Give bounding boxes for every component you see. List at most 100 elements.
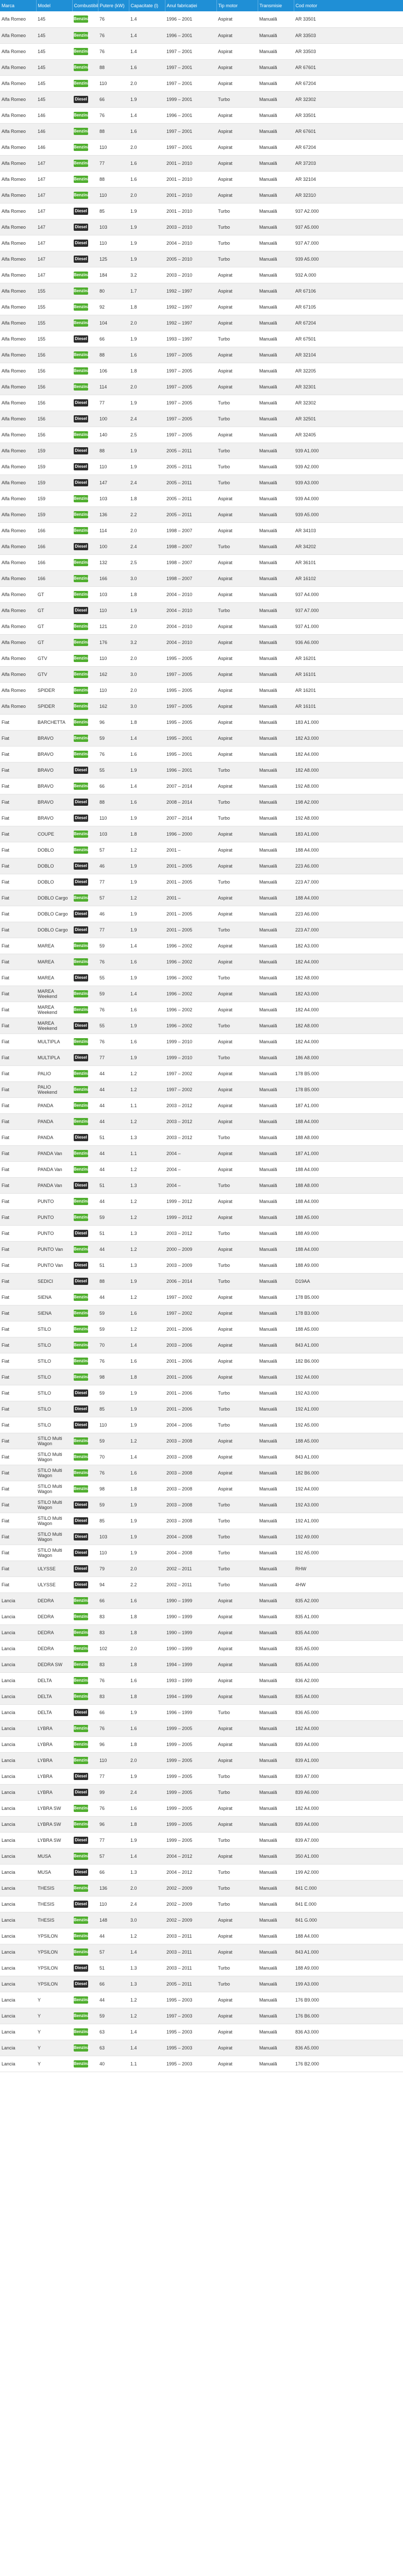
- model-cell: PANDA: [36, 1097, 72, 1114]
- make-cell: Lancia: [0, 2056, 36, 2072]
- make-cell: Alfa Romeo: [0, 363, 36, 379]
- fuel-badge: Diesel: [74, 1405, 88, 1413]
- kw-cell: 76: [98, 1672, 129, 1689]
- model-cell: 146: [36, 123, 72, 140]
- code-cell: 939 A5.000: [294, 251, 403, 267]
- make-cell: Fiat: [0, 1545, 36, 1561]
- table-row: Fiat MULTIPLA Diesel 77 1.9 1999 – 2010 Turbo M…: [0, 1049, 403, 1066]
- kw-cell: 44: [98, 1193, 129, 1210]
- trans-cell: Manuală: [258, 1129, 294, 1146]
- column-header[interactable]: Anul fabricației: [165, 0, 217, 11]
- year-cell: 1996 – 2002: [165, 1002, 216, 1018]
- trans-cell: Manuală: [258, 235, 294, 251]
- table-row: Lancia Y Benzină 63 1.4 1995 – 2003 Aspirat Man…: [0, 2040, 403, 2056]
- fuel-cell: Benzină: [72, 714, 98, 731]
- column-header[interactable]: Cod motor: [294, 0, 403, 11]
- year-cell: 2001 – 2010: [165, 155, 216, 172]
- kw-cell: 57: [98, 1848, 129, 1865]
- year-cell: 1999 – 2005: [165, 1752, 216, 1769]
- column-header[interactable]: Capacitate (l): [129, 0, 165, 11]
- cc-cell: 1.9: [129, 970, 165, 986]
- code-cell: 176 B2.000: [294, 2056, 403, 2072]
- trans-cell: Manuală: [258, 1225, 294, 1242]
- cc-cell: 2.0: [129, 1880, 165, 1896]
- model-cell: 147: [36, 219, 72, 235]
- fuel-badge: Diesel: [74, 974, 88, 981]
- trans-cell: Manuală: [258, 1816, 294, 1833]
- trans-cell: Manuală: [258, 474, 294, 491]
- model-cell: SPIDER: [36, 682, 72, 699]
- code-cell: 836 A3.000: [294, 2024, 403, 2040]
- trans-cell: Manuală: [258, 347, 294, 363]
- code-cell: AR 32302: [294, 395, 403, 411]
- year-cell: 1997 – 2005: [165, 363, 216, 379]
- fuel-cell: Benzină: [72, 1241, 98, 1258]
- fuel-cell: Benzină: [72, 1433, 98, 1449]
- fuel-badge: Benzină: [74, 1357, 90, 1365]
- year-cell: 1999 – 2005: [165, 1832, 216, 1849]
- model-cell: 145: [36, 91, 72, 108]
- model-cell: 147: [36, 155, 72, 172]
- cc-cell: 1.9: [129, 1768, 165, 1785]
- kw-cell: 76: [98, 1720, 129, 1737]
- model-cell: BRAVO: [36, 762, 72, 778]
- year-cell: 2001 – 2010: [165, 171, 216, 188]
- fuel-badge: Benzină: [74, 750, 90, 758]
- make-cell: Alfa Romeo: [0, 538, 36, 555]
- table-row: Fiat STILO Diesel 110 1.9 2004 – 2006 Turbo Man…: [0, 1417, 403, 1433]
- fuel-cell: Benzină: [72, 1369, 98, 1385]
- code-cell: AR 16101: [294, 666, 403, 683]
- column-header[interactable]: Putere (kW): [98, 0, 129, 11]
- year-cell: 1994 – 1999: [165, 1688, 216, 1705]
- make-cell: Lancia: [0, 1720, 36, 1737]
- type-cell: Aspirat: [216, 11, 258, 28]
- kw-cell: 98: [98, 1481, 129, 1497]
- fuel-cell: Diesel: [72, 1049, 98, 1066]
- kw-cell: 110: [98, 602, 129, 619]
- fuel-badge: Diesel: [74, 447, 88, 454]
- model-cell: DELTA: [36, 1672, 72, 1689]
- type-cell: Aspirat: [216, 618, 258, 635]
- make-cell: Alfa Romeo: [0, 666, 36, 683]
- fuel-cell: Benzină: [72, 698, 98, 715]
- model-cell: STILO Multi Wagon: [36, 1545, 72, 1561]
- column-header[interactable]: Transmisie: [258, 0, 294, 11]
- fuel-cell: Benzină: [72, 1481, 98, 1497]
- code-cell: 223 A7.000: [294, 922, 403, 938]
- column-header[interactable]: Combustibil: [72, 0, 98, 11]
- kw-cell: 66: [98, 778, 129, 794]
- kw-cell: 88: [98, 794, 129, 810]
- year-cell: 1996 – 2001: [165, 107, 216, 124]
- model-cell: DEDRA SW: [36, 1656, 72, 1673]
- year-cell: 1990 – 1999: [165, 1608, 216, 1625]
- code-cell: 936 A6.000: [294, 634, 403, 651]
- fuel-badge: Benzină: [74, 2060, 90, 2067]
- fuel-badge: Diesel: [74, 814, 88, 822]
- fuel-cell: Benzină: [72, 155, 98, 172]
- kw-cell: 83: [98, 1688, 129, 1705]
- cc-cell: 1.2: [129, 1065, 165, 1082]
- column-header[interactable]: Marca: [0, 0, 37, 11]
- code-cell: 836 A5.000: [294, 1704, 403, 1721]
- column-header[interactable]: Model: [36, 0, 73, 11]
- table-row: Alfa Romeo 156 Benzină 140 2.5 1997 – 2005 Asp…: [0, 427, 403, 443]
- type-cell: Aspirat: [216, 315, 258, 331]
- fuel-badge: Diesel: [74, 1277, 88, 1285]
- fuel-badge: Benzină: [74, 1645, 90, 1652]
- code-cell: 199 A2.000: [294, 1864, 403, 1880]
- code-cell: 188 A4.000: [294, 1193, 403, 1210]
- fuel-badge: Benzină: [74, 2028, 90, 2036]
- fuel-cell: Diesel: [72, 970, 98, 986]
- year-cell: 2001 –: [165, 890, 216, 906]
- code-cell: 182 A3.000: [294, 938, 403, 954]
- kw-cell: 99: [98, 1784, 129, 1801]
- type-cell: Turbo: [216, 219, 258, 235]
- make-cell: Fiat: [0, 1577, 36, 1593]
- type-cell: Turbo: [216, 1545, 258, 1561]
- cc-cell: 3.2: [129, 634, 165, 651]
- fuel-badge: Benzină: [74, 670, 90, 678]
- column-header[interactable]: Tip motor: [216, 0, 258, 11]
- kw-cell: 59: [98, 1385, 129, 1401]
- year-cell: 2005 – 2011: [165, 443, 216, 459]
- cc-cell: 1.4: [129, 938, 165, 954]
